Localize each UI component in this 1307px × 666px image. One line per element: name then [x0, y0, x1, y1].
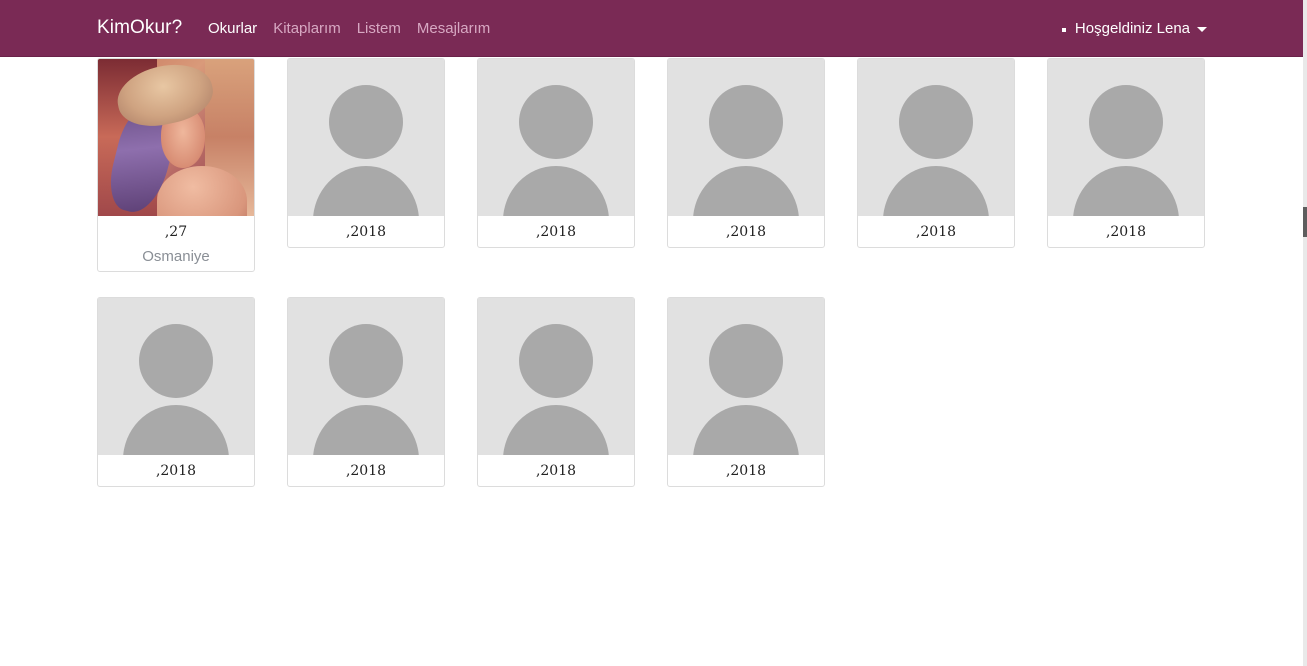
- reader-year: ,2018: [725, 224, 767, 240]
- avatar-head-icon: [899, 85, 973, 159]
- avatar-head-icon: [519, 324, 593, 398]
- avatar-head-icon: [1089, 85, 1163, 159]
- reader-age: ,27: [164, 224, 188, 240]
- reader-card[interactable]: ,2018: [477, 297, 635, 487]
- user-menu-dropdown[interactable]: Hoşgeldiniz Lena: [1061, 20, 1207, 37]
- avatar-head-icon: [709, 324, 783, 398]
- avatar-head-icon: [519, 85, 593, 159]
- avatar-body-icon: [693, 405, 799, 455]
- avatar-body-icon: [1073, 166, 1179, 216]
- caret-down-icon: [1197, 26, 1207, 32]
- reader-card[interactable]: ,27 Osmaniye: [97, 58, 255, 272]
- navbar: KimOkur? Okurlar Kitaplarım Listem Mesaj…: [0, 0, 1303, 57]
- avatar-body-icon: [693, 166, 799, 216]
- reader-card[interactable]: ,2018: [287, 58, 445, 248]
- avatar-body-icon: [503, 166, 609, 216]
- reader-card[interactable]: ,2018: [857, 58, 1015, 248]
- reader-year: ,2018: [535, 463, 577, 479]
- reader-photo[interactable]: [1048, 59, 1204, 216]
- avatar-head-icon: [329, 85, 403, 159]
- user-menu-label: Hoşgeldiniz Lena: [1074, 20, 1190, 37]
- avatar-head-icon: [709, 85, 783, 159]
- reader-card[interactable]: ,2018: [667, 58, 825, 248]
- brand-link[interactable]: KimOkur?: [97, 17, 182, 39]
- reader-card[interactable]: ,2018: [287, 297, 445, 487]
- reader-photo[interactable]: [858, 59, 1014, 216]
- reader-year: ,2018: [155, 463, 197, 479]
- reader-photo[interactable]: [478, 59, 634, 216]
- reader-photo[interactable]: [98, 59, 254, 216]
- user-bullet-icon: [1061, 27, 1066, 32]
- avatar-body-icon: [883, 166, 989, 216]
- nav-mesajlarim[interactable]: Mesajlarım: [417, 20, 490, 37]
- nav-kitaplarim[interactable]: Kitaplarım: [273, 20, 341, 37]
- avatar-body-icon: [123, 405, 229, 455]
- reader-card[interactable]: ,2018: [1047, 58, 1205, 248]
- reader-year: ,2018: [915, 224, 957, 240]
- avatar-body-icon: [313, 166, 419, 216]
- main-nav: Okurlar Kitaplarım Listem Mesajlarım: [208, 20, 506, 37]
- reader-photo[interactable]: [478, 298, 634, 455]
- avatar-body-icon: [313, 405, 419, 455]
- vertical-scrollbar[interactable]: [1303, 0, 1307, 666]
- reader-portrait-image: [98, 59, 254, 216]
- reader-year: ,2018: [725, 463, 767, 479]
- reader-year: ,2018: [535, 224, 577, 240]
- nav-okurlar[interactable]: Okurlar: [208, 20, 257, 37]
- reader-year: ,2018: [1105, 224, 1147, 240]
- nav-listem[interactable]: Listem: [357, 20, 401, 37]
- avatar-head-icon: [139, 324, 213, 398]
- reader-photo[interactable]: [668, 298, 824, 455]
- avatar-head-icon: [329, 324, 403, 398]
- reader-photo[interactable]: [98, 298, 254, 455]
- reader-photo[interactable]: [288, 59, 444, 216]
- scrollbar-thumb[interactable]: [1303, 207, 1307, 237]
- reader-photo[interactable]: [668, 59, 824, 216]
- reader-photo[interactable]: [288, 298, 444, 455]
- reader-year: ,2018: [345, 463, 387, 479]
- avatar-body-icon: [503, 405, 609, 455]
- reader-year: ,2018: [345, 224, 387, 240]
- reader-card[interactable]: ,2018: [667, 297, 825, 487]
- page: KimOkur? Okurlar Kitaplarım Listem Mesaj…: [0, 0, 1307, 666]
- reader-card[interactable]: ,2018: [97, 297, 255, 487]
- reader-card[interactable]: ,2018: [477, 58, 635, 248]
- reader-city: Osmaniye: [142, 248, 210, 265]
